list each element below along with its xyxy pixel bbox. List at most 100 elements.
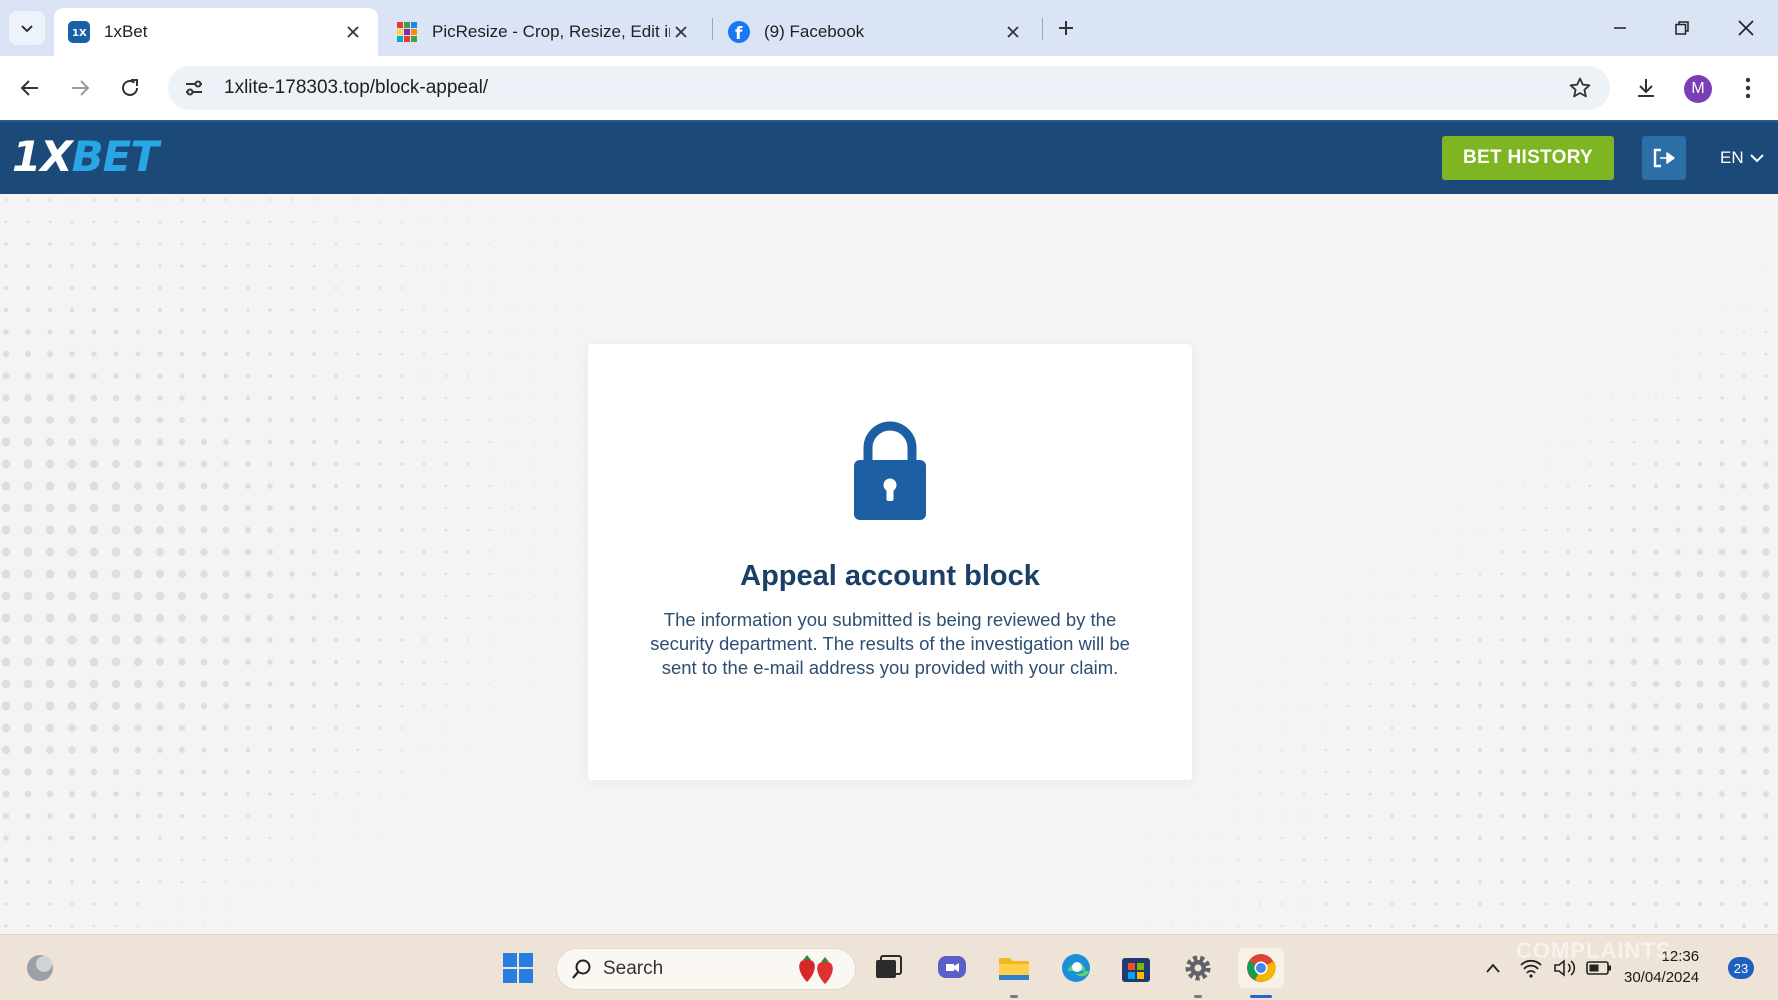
logout-icon [1653,148,1675,168]
background-dot [1347,595,1349,597]
background-dot [1,547,11,557]
background-dot [510,506,514,510]
background-dot [91,307,97,313]
close-tab-icon[interactable] [1002,21,1024,43]
close-tab-icon[interactable] [670,21,692,43]
minimize-button[interactable] [1600,12,1640,44]
tab-picresize[interactable]: PicResize - Crop, Resize, Edit im [382,8,706,56]
background-dot [334,352,338,356]
background-dot [267,483,273,489]
background-dot [356,440,360,444]
background-dot [136,924,140,928]
weather-widget[interactable] [20,948,60,988]
background-dot [114,858,118,862]
background-dot [1479,463,1481,465]
background-dot [225,903,227,905]
background-dot [268,330,272,334]
background-dot [1762,548,1770,556]
background-dot [1631,549,1637,555]
background-dot [223,725,229,731]
tab-1xbet[interactable]: 1X 1xBet [54,8,378,56]
background-dot [202,836,206,840]
background-dot [290,286,294,290]
site-info-icon[interactable] [172,66,216,110]
background-dot [267,373,273,379]
background-dot [1259,661,1261,663]
tab-facebook[interactable]: f (9) Facebook [714,8,1038,56]
background-dot [1390,748,1394,752]
background-dot [1258,880,1262,884]
tab-search-button[interactable] [9,11,45,45]
site-logo[interactable]: 1XBET [12,132,159,181]
background-dot [378,704,382,708]
edge-app[interactable] [1056,948,1096,988]
browser-menu-button[interactable] [1732,72,1764,104]
logout-button[interactable] [1642,136,1686,180]
background-dot [1434,748,1438,752]
profile-avatar[interactable]: M [1684,75,1712,103]
background-dot [179,329,185,335]
tab-title: PicResize - Crop, Resize, Edit im [432,22,670,41]
background-dot [1565,593,1571,599]
forward-button[interactable] [62,70,98,106]
background-dot [113,373,119,379]
background-dot [26,902,30,906]
bet-history-button[interactable]: BET HISTORY [1442,136,1614,180]
background-dot [267,725,273,731]
background-dot [334,374,338,378]
notification-badge[interactable]: 23 [1728,957,1754,979]
background-dot [1302,814,1306,818]
background-dot [1499,791,1505,797]
background-dot [157,769,163,775]
background-dot [1412,748,1416,752]
store-app[interactable] [1116,948,1156,988]
background-dot [1653,769,1659,775]
watermark-text: COMPLAINTS [1516,938,1672,963]
background-dot [422,550,426,554]
background-dot [1741,417,1747,423]
background-dot [1697,769,1703,775]
background-dot [357,881,359,883]
show-hidden-icons-button[interactable] [1480,955,1506,981]
background-dot [89,679,99,689]
language-selector[interactable]: EN [1720,148,1764,168]
close-tab-icon[interactable] [342,21,364,43]
bookmark-star-icon[interactable] [1568,76,1592,100]
chrome-app[interactable] [1238,948,1284,988]
task-view-button[interactable] [868,948,908,988]
close-icon [1738,20,1754,36]
reload-button[interactable] [112,70,148,106]
background-dot [1742,396,1746,400]
background-dot [533,551,535,553]
background-dot [422,264,426,268]
background-dot [1413,551,1415,553]
background-dot [111,503,121,513]
background-dot [1696,746,1704,754]
taskbar-search[interactable]: Search [556,948,856,990]
back-button[interactable] [12,70,48,106]
background-dot [1762,482,1770,490]
start-button[interactable] [498,948,538,988]
restore-button[interactable] [1662,12,1702,44]
close-window-button[interactable] [1726,12,1766,44]
background-dot [1765,265,1767,267]
background-dot [246,198,250,202]
teams-app[interactable] [932,948,972,988]
file-explorer-app[interactable] [994,948,1034,988]
background-dot [1325,639,1327,641]
background-dot [201,769,207,775]
background-dot [1302,880,1306,884]
background-dot [68,768,76,776]
background-dot [1346,704,1350,708]
background-dot [422,594,426,598]
background-dot [1609,571,1615,577]
background-dot [1390,792,1394,796]
background-dot [1369,617,1371,619]
address-bar[interactable]: 1xlite-178303.top/block-appeal/ [168,66,1610,110]
new-tab-button[interactable] [1052,14,1080,42]
background-dot [1478,594,1482,598]
background-dot [356,264,360,268]
more-vertical-icon [1745,77,1751,99]
settings-app[interactable] [1178,948,1218,988]
downloads-button[interactable] [1630,72,1662,104]
